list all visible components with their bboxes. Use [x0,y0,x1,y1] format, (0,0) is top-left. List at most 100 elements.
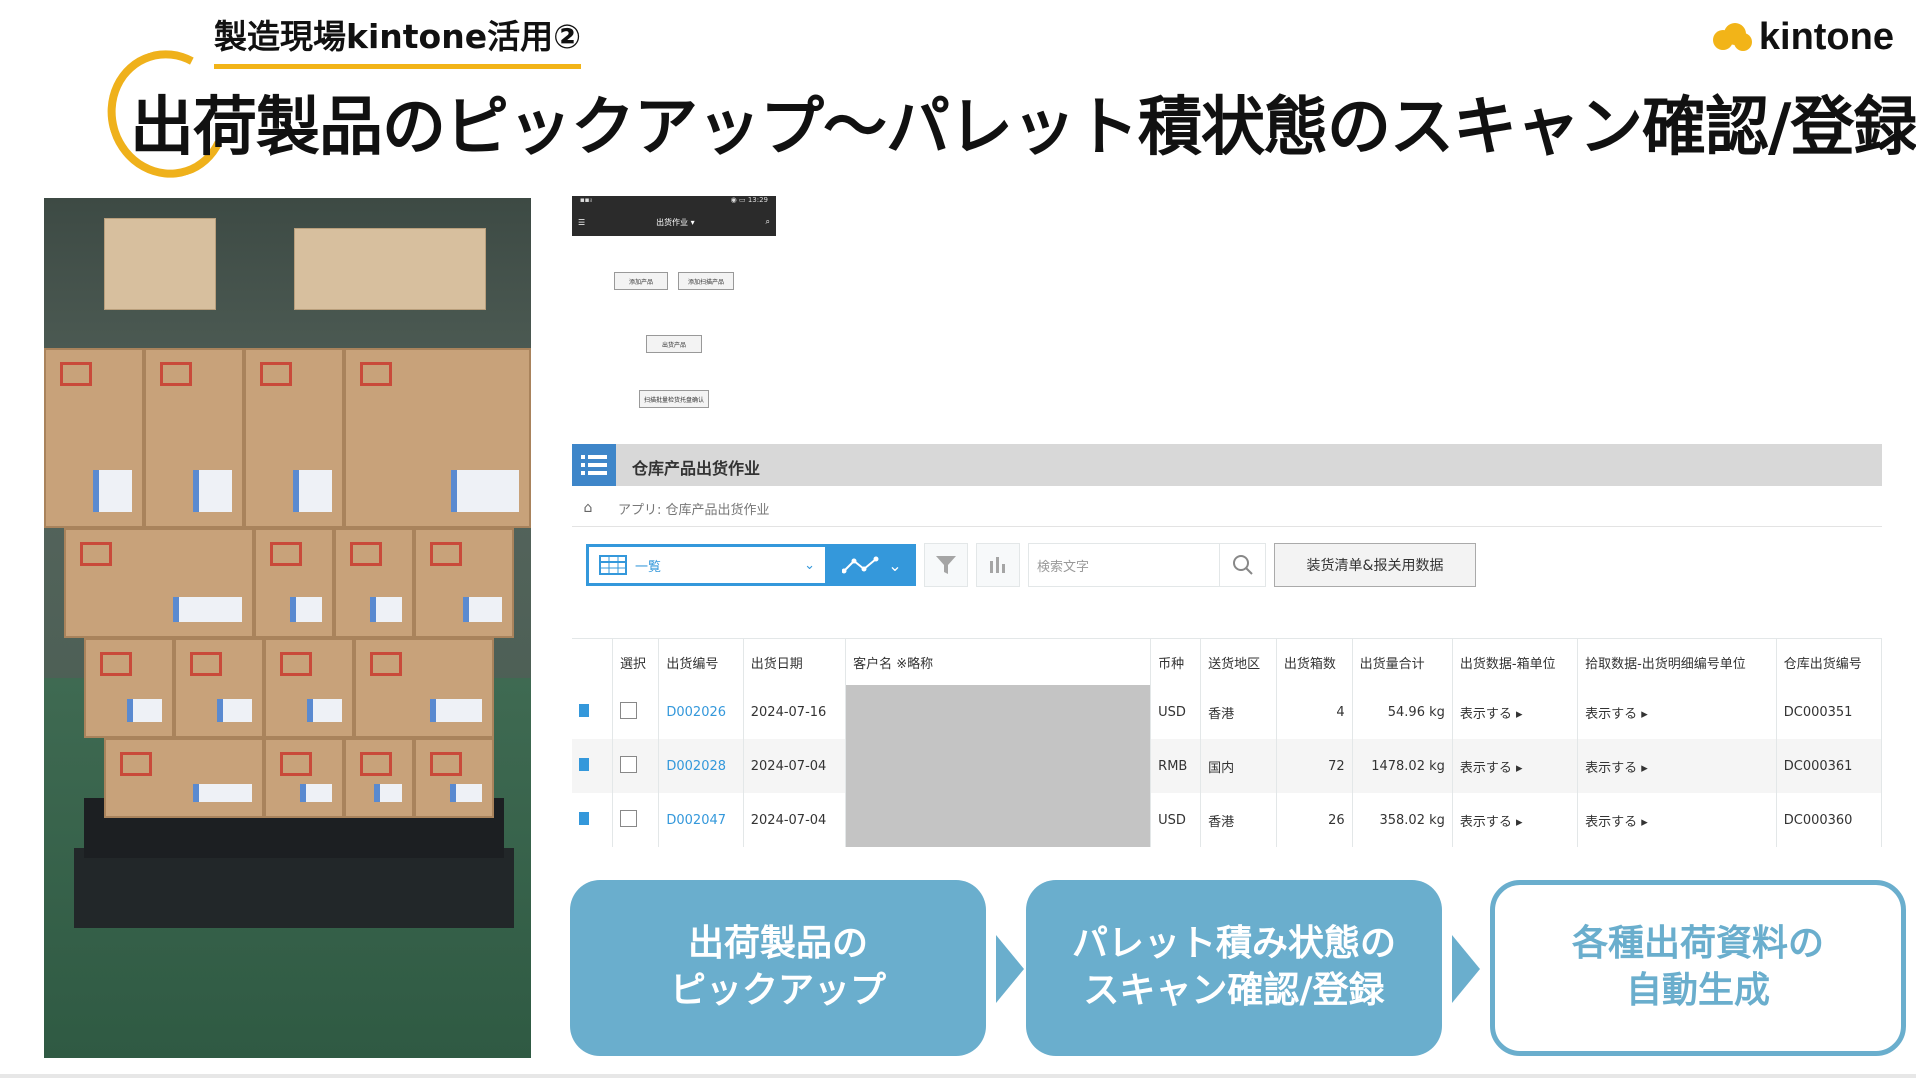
checkbox[interactable] [620,809,637,827]
row-select-checkbox[interactable] [612,739,660,793]
column-header[interactable]: 币种 [1150,638,1202,685]
column-header[interactable]: 拾取数据-出货明细编号单位 [1577,638,1777,685]
flow-step-scan: パレット積み状態の スキャン確認/登録 [1026,880,1442,1056]
mobile-status-bar: ▪▪ᵢₗ ◉ ▭ 13:29 [572,196,776,208]
total-weight: 54.96 kg [1352,685,1453,739]
breadcrumb: ⌂ アプリ: 仓库产品出货作业 [572,490,1882,527]
carton [144,348,244,528]
ship-product-button[interactable]: 出货产品 [646,335,702,353]
box-data-link[interactable]: 表示する ▸ [1452,739,1579,793]
background-boxes [104,218,216,310]
table-row: D002028 2024-07-04 RMB 国内 72 1478.02 kg … [572,739,1883,793]
row-select-checkbox[interactable] [612,685,660,739]
time-status: ◉ ▭ 13:29 [730,196,768,204]
packing-list-export-button[interactable]: 装货清单&报关用数据 [1274,543,1476,587]
ship-date: 2024-07-16 [743,685,847,739]
currency: USD [1150,793,1202,847]
flow-step-line: パレット積み状態の [1071,923,1396,965]
warehouse-ship-no: DC000351 [1776,685,1883,739]
menu-icon[interactable]: ☰ [578,218,585,227]
column-header[interactable]: 仓库出货编号 [1776,638,1883,685]
view-toolbar: 一覧 ⌄ ⌄ 検索文字 装货清单&报关用数据 [586,542,1476,588]
customer-name-redacted [845,739,1152,793]
box-data-link[interactable]: 表示する ▸ [1452,793,1579,847]
search-icon [1232,555,1253,575]
document-icon [579,757,589,771]
record-detail-link[interactable] [572,685,613,739]
column-header[interactable]: 出货量合计 [1352,638,1453,685]
footer-rule [0,1074,1916,1078]
carton [84,638,174,738]
scan-pallet-confirm-button[interactable]: 扫描批量检货托盘确认 [639,390,709,408]
carton [414,738,494,818]
checkbox[interactable] [620,701,637,719]
row-select-checkbox[interactable] [612,793,660,847]
carton [264,638,354,738]
breadcrumb-app-link[interactable]: アプリ: 仓库产品出货作业 [618,499,770,518]
table-view-icon [599,555,627,575]
home-icon[interactable]: ⌂ [572,500,604,516]
shipment-id-link[interactable]: D002028 [666,759,726,774]
slide-subtitle: 製造現場kintone活用② [214,10,582,69]
table-row: D002026 2024-07-16 USD 香港 4 54.96 kg 表示す… [572,685,1883,739]
search-button[interactable] [1220,543,1266,587]
carton [64,528,254,638]
carton [44,348,144,528]
add-scan-product-button[interactable]: 添加扫描产品 [678,272,734,290]
column-header[interactable]: 出货箱数 [1276,638,1353,685]
flow-step-line: 自動生成 [1625,970,1770,1011]
flow-step-line: 出荷製品の [687,923,868,965]
record-detail-link[interactable] [572,793,613,847]
shipment-id-link[interactable]: D002047 [666,813,726,828]
mobile-app-label[interactable]: 出货作业 ▾ [656,217,695,228]
box-data-link[interactable]: 表示する ▸ [1452,685,1579,739]
flow-arrow-icon [1452,935,1480,1003]
carton [244,348,344,528]
box-count: 72 [1276,739,1353,793]
box-count: 4 [1276,685,1353,739]
column-header[interactable]: 選択 [612,638,660,685]
view-selector-label: 一覧 [635,559,662,575]
region: 香港 [1200,793,1277,847]
column-header[interactable]: 出货数据-箱单位 [1452,638,1579,685]
view-selector[interactable]: 一覧 ⌄ [586,544,828,586]
carton [264,738,344,818]
filter-button[interactable] [924,543,968,587]
table-row: D002047 2024-07-04 USD 香港 26 358.02 kg 表… [572,793,1883,847]
slide-title: 出荷製品のピックアップ～パレット積状態のスキャン確認/登録 [130,91,1916,165]
warehouse-ship-no: DC000360 [1776,793,1883,847]
flow-step-documents: 各種出荷資料の 自動生成 [1490,880,1906,1056]
filter-icon [936,556,956,574]
pick-data-link[interactable]: 表示する ▸ [1577,685,1777,739]
carton [354,638,494,738]
carton [104,738,264,818]
carton [344,738,414,818]
record-detail-link[interactable] [572,739,613,793]
pallet-base [74,848,514,928]
bar-chart-icon [990,557,1005,573]
ship-date: 2024-07-04 [743,793,847,847]
cloud-logo-icon [1712,22,1752,51]
currency: RMB [1150,739,1202,793]
flow-step-pickup: 出荷製品の ピックアップ [570,880,986,1056]
pick-data-link[interactable]: 表示する ▸ [1577,739,1777,793]
records-table: 選択 出货编号 出货日期 客户名 ※略称 币种 送货地区 出货箱数 出货量合计 … [572,638,1883,847]
add-product-button[interactable]: 添加产品 [614,272,668,290]
document-icon [579,703,589,717]
column-header[interactable]: 出货日期 [743,638,847,685]
region: 香港 [1200,685,1277,739]
signal-status: ▪▪ᵢₗ [580,196,592,204]
column-header[interactable]: 出货编号 [658,638,744,685]
graph-button[interactable] [976,543,1020,587]
column-header[interactable]: 客户名 ※略称 [845,638,1152,685]
pick-data-link[interactable]: 表示する ▸ [1577,793,1777,847]
chevron-down-icon: ⌄ [888,555,902,575]
line-graph-icon [842,556,879,574]
graph-selector[interactable]: ⌄ [828,544,916,586]
search-icon[interactable]: ⌕ [766,217,770,227]
column-header[interactable]: 送货地区 [1200,638,1277,685]
checkbox[interactable] [620,755,637,773]
search-input[interactable]: 検索文字 [1028,543,1220,587]
mobile-screen: ▪▪ᵢₗ ◉ ▭ 13:29 ☰ 出货作业 ▾ ⌕ [572,196,776,236]
shipment-id-link[interactable]: D002026 [666,705,726,720]
